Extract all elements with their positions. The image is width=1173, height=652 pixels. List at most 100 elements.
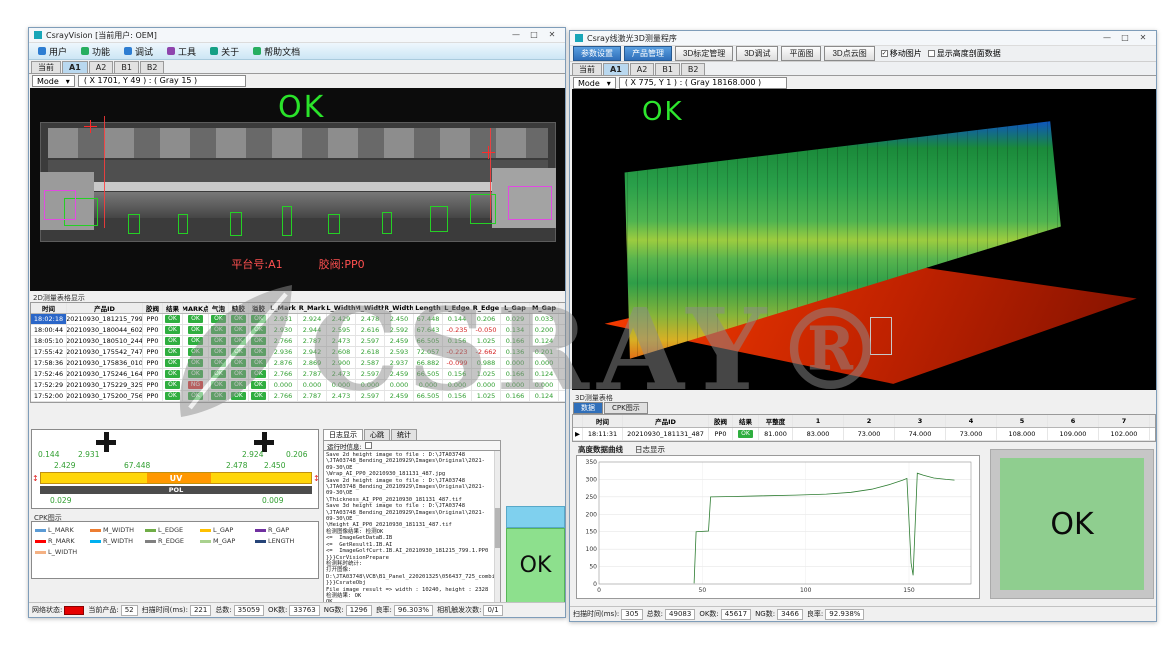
status-badge: OK (211, 348, 226, 356)
log-tab-1[interactable]: 心跳 (364, 429, 390, 440)
toolbar-button-0[interactable]: 参数设置 (573, 46, 621, 61)
log-tab-2[interactable]: 统计 (391, 429, 417, 440)
tab-data[interactable]: 数据 (573, 402, 603, 414)
right-platform-tab-当前[interactable]: 当前 (572, 63, 602, 75)
mode-label: Mode (37, 77, 59, 86)
table-cell: 17:52:29 (31, 380, 67, 390)
table-cell: 17:55:42 (31, 347, 67, 357)
table-row[interactable]: 17:52:4620210930_175246_164PP0OKOKOKOKOK… (31, 369, 565, 380)
toolbar-button-5[interactable]: 3D点云图 (824, 46, 874, 61)
close-icon[interactable]: ✕ (1135, 31, 1151, 45)
table-cell: 0.144 (443, 314, 472, 324)
column-header: 时间 (583, 415, 623, 427)
toolbar-checkbox-0[interactable]: ✓移动图片 (881, 48, 922, 59)
table-cell: 2.450 (385, 314, 414, 324)
toolbar-button-2[interactable]: 3D标定管理 (675, 46, 733, 61)
log-tab-bar: 日志显示心跳统计 (323, 429, 501, 440)
status-item-0: 扫描时间(ms):305 (573, 609, 643, 620)
table-row[interactable]: 17:52:0020210930_175200_756PP0OKOKOKOKOK… (31, 391, 565, 402)
table-cell: OK (163, 358, 183, 368)
network-status-indicator (64, 606, 84, 615)
measurement-table-3d[interactable]: 时间产品ID胶阀结果平整度1234567▶18:11:3120210930_18… (572, 414, 1156, 442)
maximize-icon[interactable]: □ (1117, 31, 1133, 45)
toolbar-button-4[interactable]: 平面图 (781, 46, 821, 61)
scrollbar-thumb[interactable] (495, 508, 500, 547)
menu-item-debug[interactable]: 调试 (117, 44, 160, 59)
inspection-result-overlay: OK (642, 97, 684, 127)
legend-color-swatch (35, 551, 46, 554)
mode-dropdown[interactable]: Mode ▾ (573, 77, 616, 89)
table-row[interactable]: 17:55:4220210930_175542_747PP0OKOKOKOKOK… (31, 347, 565, 358)
minimize-icon[interactable]: — (1099, 31, 1115, 45)
runtime-info-checkbox[interactable] (365, 442, 372, 449)
mode-dropdown[interactable]: Mode ▾ (32, 75, 75, 87)
checkbox-icon[interactable] (928, 50, 935, 57)
close-icon[interactable]: ✕ (544, 28, 560, 42)
right-platform-tab-B1[interactable]: B1 (655, 63, 680, 75)
uv-label: UV (170, 474, 183, 483)
legend-item-M_GAP: M_GAP (200, 537, 250, 545)
menu-item-tools[interactable]: 工具 (160, 44, 203, 59)
table-cell: 102.000 (1099, 428, 1150, 440)
toolbar-checkbox-1[interactable]: 显示高度剖面数据 (928, 48, 1001, 59)
tab-log[interactable]: 日志显示 (635, 444, 665, 455)
log-scrollbar[interactable] (494, 451, 500, 602)
toolbar-button-3[interactable]: 3D调试 (736, 46, 778, 61)
left-status-bar: 网络状态: 当前产品:52扫描时间(ms):221总数:35059OK数:337… (29, 602, 565, 617)
legend-label: M_GAP (213, 537, 235, 545)
status-label: NG数: (755, 609, 775, 619)
table-row[interactable]: 18:02:1820210930_181215_799PP0OKOKOKOKOK… (31, 314, 565, 325)
right-platform-tab-A1[interactable]: A1 (603, 63, 629, 75)
menu-item-help[interactable]: 帮助文档 (246, 44, 307, 59)
menu-item-about[interactable]: 关于 (203, 44, 246, 59)
status-label: 总数: (215, 605, 231, 615)
status-value: 305 (621, 609, 642, 620)
minimize-icon[interactable]: — (508, 28, 524, 42)
table-cell: 2.608 (327, 347, 356, 357)
heightmap-3d-view[interactable]: OK (572, 89, 1156, 390)
table-row[interactable]: 18:00:4420210930_180044_602PP0OKOKOKOKOK… (31, 325, 565, 336)
left-platform-tab-B2[interactable]: B2 (140, 61, 165, 73)
table-cell: OK (229, 358, 249, 368)
left-platform-tab-当前[interactable]: 当前 (31, 61, 61, 73)
status-value: 3466 (777, 609, 803, 620)
xray-image-view[interactable]: OK 平台号:A1 胶阀:PP0 (30, 88, 566, 291)
log-tab-0[interactable]: 日志显示 (323, 429, 363, 440)
tab-height-curve[interactable]: 高度数据曲线 (578, 444, 623, 455)
table-row[interactable]: ▶18:11:3120210930_181131_487PP0OK81.0008… (573, 428, 1155, 441)
log-output[interactable]: Save 2d height image to file : D:\JTA037… (323, 450, 501, 603)
left-platform-tab-A2[interactable]: A2 (89, 61, 114, 73)
table-row[interactable]: 17:58:3620210930_175836_010PP0OKOKOKOKOK… (31, 358, 565, 369)
right-titlebar[interactable]: Csray线激光3D测量程序 — □ ✕ (570, 31, 1156, 46)
right-platform-tab-B2[interactable]: B2 (681, 63, 706, 75)
menu-item-user[interactable]: 用户 (31, 44, 74, 59)
measure-l-mark: 2.931 (78, 450, 99, 459)
table-cell: 2.592 (385, 325, 414, 335)
table-cell: 0.029 (501, 314, 530, 324)
table-row[interactable]: 17:52:2920210930_175229_325PP0OKNGOKOKOK… (31, 380, 565, 391)
left-platform-tab-B1[interactable]: B1 (114, 61, 139, 73)
legend-color-swatch (200, 540, 211, 543)
table-tab-bar: 数据 CPK图示 (573, 402, 648, 414)
table-cell: 0.206 (472, 314, 501, 324)
table-cell: 20210930_175246_164 (67, 369, 143, 379)
maximize-icon[interactable]: □ (526, 28, 542, 42)
x-tick-label: 50 (699, 587, 707, 594)
toolbar-button-1[interactable]: 产品管理 (624, 46, 672, 61)
checkbox-icon[interactable]: ✓ (881, 50, 888, 57)
left-titlebar[interactable]: CsrayVision [当前用户: OEM] — □ ✕ (29, 28, 565, 43)
left-platform-tab-A1[interactable]: A1 (62, 61, 88, 73)
status-badge: OK (188, 348, 203, 356)
status-badge: OK (211, 381, 226, 389)
right-platform-tab-A2[interactable]: A2 (630, 63, 655, 75)
measurement-table-2d[interactable]: 时间产品ID胶阀结果MARK点气泡缺胶溢胶L_MarkR_MarkL_Width… (30, 302, 566, 403)
table-row[interactable]: 18:05:1020210930_180510_244PP0OKOKOKOKOK… (31, 336, 565, 347)
tab-cpk[interactable]: CPK图示 (604, 402, 648, 414)
table-cell: 0.000 (269, 380, 298, 390)
menu-item-function[interactable]: 功能 (74, 44, 117, 59)
status-value: 35059 (234, 605, 264, 616)
table-header-row: 时间产品ID胶阀结果MARK点气泡缺胶溢胶L_MarkR_MarkL_Width… (31, 303, 565, 314)
table-cell: OK (249, 380, 269, 390)
table-cell: 2.942 (298, 347, 327, 357)
status-value: 52 (121, 605, 138, 616)
